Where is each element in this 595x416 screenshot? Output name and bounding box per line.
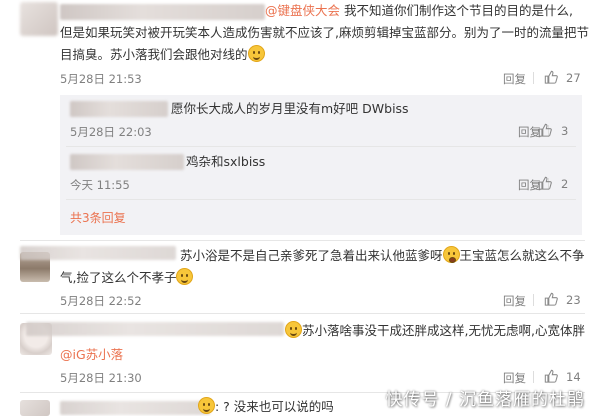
reply-button[interactable]: 回复 [503,71,526,87]
username-redacted[interactable] [60,4,265,20]
comment-text: 但是如果玩笑对被开玩笑本人造成伤害就不应该了,麻烦剪辑掉宝蓝部分。别为了一时的流… [60,25,589,40]
comment-text: 目搞臭。苏小落我们会跟他对线的 [60,44,265,66]
smile-emoji-icon [176,268,194,285]
username-redacted[interactable] [26,322,284,336]
like-count: 3 [561,124,569,138]
comment-time: 5月28日 21:30 [60,371,142,385]
reply-button[interactable]: 回复 [503,293,526,309]
divider [66,199,576,200]
watermark: 快传号 / 沉鱼落雁的杜鹃 [385,390,585,410]
comment-text: : ? 没来也可以说的吗 [198,396,334,416]
grin-emoji-icon [198,397,215,414]
comment-time: 5月28日 21:53 [60,72,142,86]
comment-text: 气,捡了这么个不孝子 [60,267,194,289]
mention-link[interactable]: @iG苏小落 [60,344,123,366]
thumbs-up-icon[interactable] [544,70,558,84]
like-count: 23 [566,293,581,307]
thumbs-up-icon[interactable] [538,123,552,137]
thumbs-up-icon[interactable] [538,176,552,190]
reply-text: 鸡杂和sxlbiss [186,154,266,169]
avatar[interactable] [20,2,58,36]
grin-emoji-icon [247,45,265,62]
mention-link[interactable]: @键盘侠大会 [265,3,340,18]
username-redacted[interactable] [20,246,176,260]
reply-text: 愿你长大成人的岁月里没有m好吧 DWbiss [171,101,409,116]
divider [20,313,585,314]
view-all-replies-link[interactable]: 共3条回复 [70,209,126,226]
thumbs-up-icon[interactable] [544,369,558,383]
comment-text: 苏小落啥事没干成还胖成这样,无忧无虑啊,心宽体胖 [285,320,585,342]
reply-button[interactable]: 回复 [503,370,526,386]
like-count: 14 [566,370,581,384]
like-count: 27 [566,71,581,85]
username-redacted[interactable] [70,101,168,117]
divider [533,294,534,306]
username-redacted[interactable] [60,401,210,415]
grin-emoji-icon [285,321,302,338]
comment-text: @键盘侠大会 我不知道你们制作这个节目的目的是什么, [265,3,573,18]
shocked-emoji-icon [442,246,460,263]
divider [533,371,534,383]
divider [533,72,534,84]
comment-text: 苏小浴是不是自己亲爹死了急着出来认他蓝爹呀 王宝蓝怎么就这么不争 [180,246,585,263]
thumbs-up-icon[interactable] [544,292,558,306]
reply-time: 今天 11:55 [70,178,130,192]
divider [20,240,585,241]
divider [66,146,576,147]
comment-time: 5月28日 22:52 [60,294,142,308]
username-redacted[interactable] [70,154,184,170]
reply-time: 5月28日 22:03 [70,125,152,139]
like-count: 2 [561,177,569,191]
avatar[interactable] [20,400,50,416]
